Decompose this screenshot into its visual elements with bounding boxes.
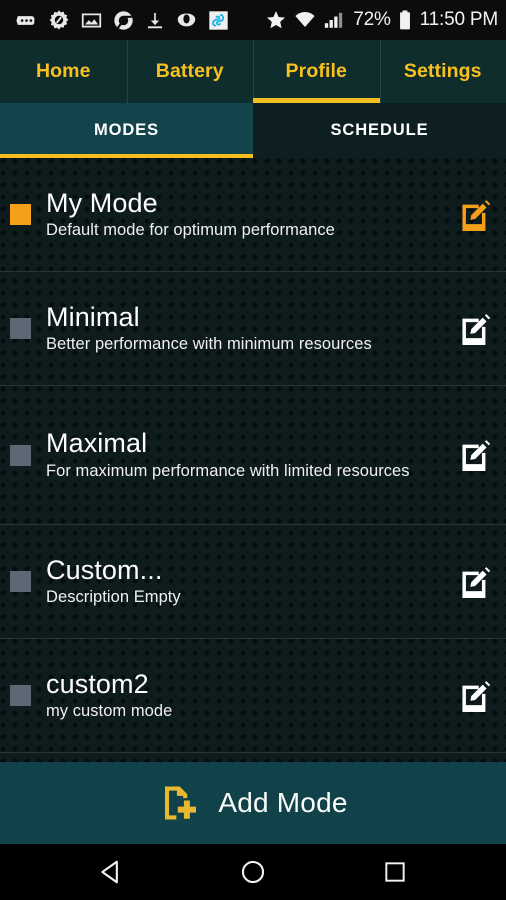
subtab-modes-label: MODES bbox=[93, 121, 159, 139]
tab-home[interactable]: Home bbox=[0, 40, 127, 103]
mode-checkbox[interactable] bbox=[10, 571, 31, 592]
android-navigation-bar bbox=[0, 844, 506, 900]
tab-settings-label: Settings bbox=[403, 60, 482, 82]
messaging-icon bbox=[16, 15, 35, 25]
mode-title: My Mode bbox=[46, 187, 158, 218]
gallery-image-icon bbox=[81, 13, 102, 27]
mode-checkbox[interactable] bbox=[10, 318, 31, 339]
edit-mode-button[interactable] bbox=[458, 565, 492, 599]
mode-title: custom2 bbox=[46, 668, 149, 699]
tab-profile-label: Profile bbox=[285, 60, 347, 82]
status-bar-clock: 11:50 PM bbox=[419, 9, 499, 30]
home-circle-icon bbox=[241, 860, 265, 884]
mode-description: For maximum performance with limited res… bbox=[46, 461, 410, 480]
nav-back-button[interactable] bbox=[81, 844, 141, 900]
mode-title: Custom... bbox=[46, 554, 163, 585]
wifi-icon bbox=[295, 12, 315, 27]
edit-mode-button[interactable] bbox=[458, 312, 492, 346]
mode-title: Minimal bbox=[46, 301, 140, 332]
nav-home-button[interactable] bbox=[223, 844, 283, 900]
battery-percent-label: 72% bbox=[353, 9, 391, 30]
mode-checkbox[interactable] bbox=[10, 444, 31, 466]
mode-checkbox[interactable] bbox=[10, 685, 31, 706]
profile-sub-tab-bar: MODES SCHEDULE bbox=[0, 103, 506, 158]
list-item[interactable]: My Mode Default mode for optimum perform… bbox=[0, 158, 506, 272]
tab-settings[interactable]: Settings bbox=[379, 40, 506, 103]
tab-profile[interactable]: Profile bbox=[253, 40, 380, 103]
status-bar-system-icons: 72% 11:50 PM bbox=[265, 9, 498, 31]
star-icon bbox=[267, 11, 286, 29]
edit-pencil-icon bbox=[462, 566, 491, 598]
mode-text-block: Minimal Better performance with minimum … bbox=[46, 302, 448, 355]
edit-pencil-icon bbox=[462, 313, 491, 345]
add-mode-button[interactable]: Add Mode bbox=[0, 762, 506, 844]
mode-title: Maximal bbox=[46, 428, 148, 459]
app-icon bbox=[209, 10, 228, 30]
mode-description: Default mode for optimum performance bbox=[46, 221, 335, 240]
tab-battery[interactable]: Battery bbox=[126, 40, 254, 103]
tab-home-label: Home bbox=[35, 60, 91, 82]
edit-pencil-icon bbox=[462, 440, 491, 471]
recents-square-icon bbox=[385, 862, 405, 882]
tab-battery-label: Battery bbox=[155, 60, 224, 82]
download-icon bbox=[147, 12, 163, 28]
nav-recents-button[interactable] bbox=[365, 844, 425, 900]
battery-icon bbox=[399, 10, 410, 30]
mode-description: Better performance with minimum resource… bbox=[46, 335, 372, 354]
mode-text-block: My Mode Default mode for optimum perform… bbox=[46, 188, 448, 241]
edit-pencil-icon bbox=[462, 680, 491, 712]
document-plus-icon bbox=[165, 786, 197, 820]
list-item[interactable]: Custom... Description Empty bbox=[0, 525, 506, 639]
cellular-signal-icon bbox=[325, 12, 343, 28]
subtab-schedule-label: SCHEDULE bbox=[330, 121, 429, 139]
phone-screen: 72% 11:50 PM Home Battery Profile Settin… bbox=[0, 0, 506, 900]
edit-mode-button[interactable] bbox=[458, 679, 492, 713]
status-bar-notification-icons bbox=[16, 9, 229, 31]
edit-mode-button[interactable] bbox=[458, 198, 492, 232]
edit-mode-button[interactable] bbox=[458, 438, 492, 472]
mode-text-block: custom2 my custom mode bbox=[46, 669, 448, 722]
list-item[interactable]: Maximal For maximum performance with lim… bbox=[0, 386, 506, 525]
settings-gear-icon bbox=[49, 10, 69, 30]
edit-pencil-icon bbox=[462, 199, 491, 231]
mode-description: my custom mode bbox=[46, 702, 173, 721]
subtab-schedule[interactable]: SCHEDULE bbox=[253, 103, 506, 158]
mode-text-block: Custom... Description Empty bbox=[46, 555, 448, 608]
opera-icon bbox=[177, 13, 196, 26]
list-item[interactable]: Minimal Better performance with minimum … bbox=[0, 272, 506, 386]
mode-checkbox[interactable] bbox=[10, 204, 31, 225]
main-tab-bar: Home Battery Profile Settings bbox=[0, 40, 506, 103]
mode-list: My Mode Default mode for optimum perform… bbox=[0, 158, 506, 762]
list-item[interactable]: custom2 my custom mode bbox=[0, 639, 506, 753]
mode-description: Description Empty bbox=[46, 588, 181, 607]
add-mode-label: Add Mode bbox=[218, 787, 348, 818]
mode-text-block: Maximal For maximum performance with lim… bbox=[46, 428, 448, 481]
chrome-icon bbox=[114, 10, 133, 30]
status-bar: 72% 11:50 PM bbox=[0, 0, 506, 40]
subtab-modes[interactable]: MODES bbox=[0, 103, 253, 158]
back-triangle-icon bbox=[101, 860, 118, 884]
